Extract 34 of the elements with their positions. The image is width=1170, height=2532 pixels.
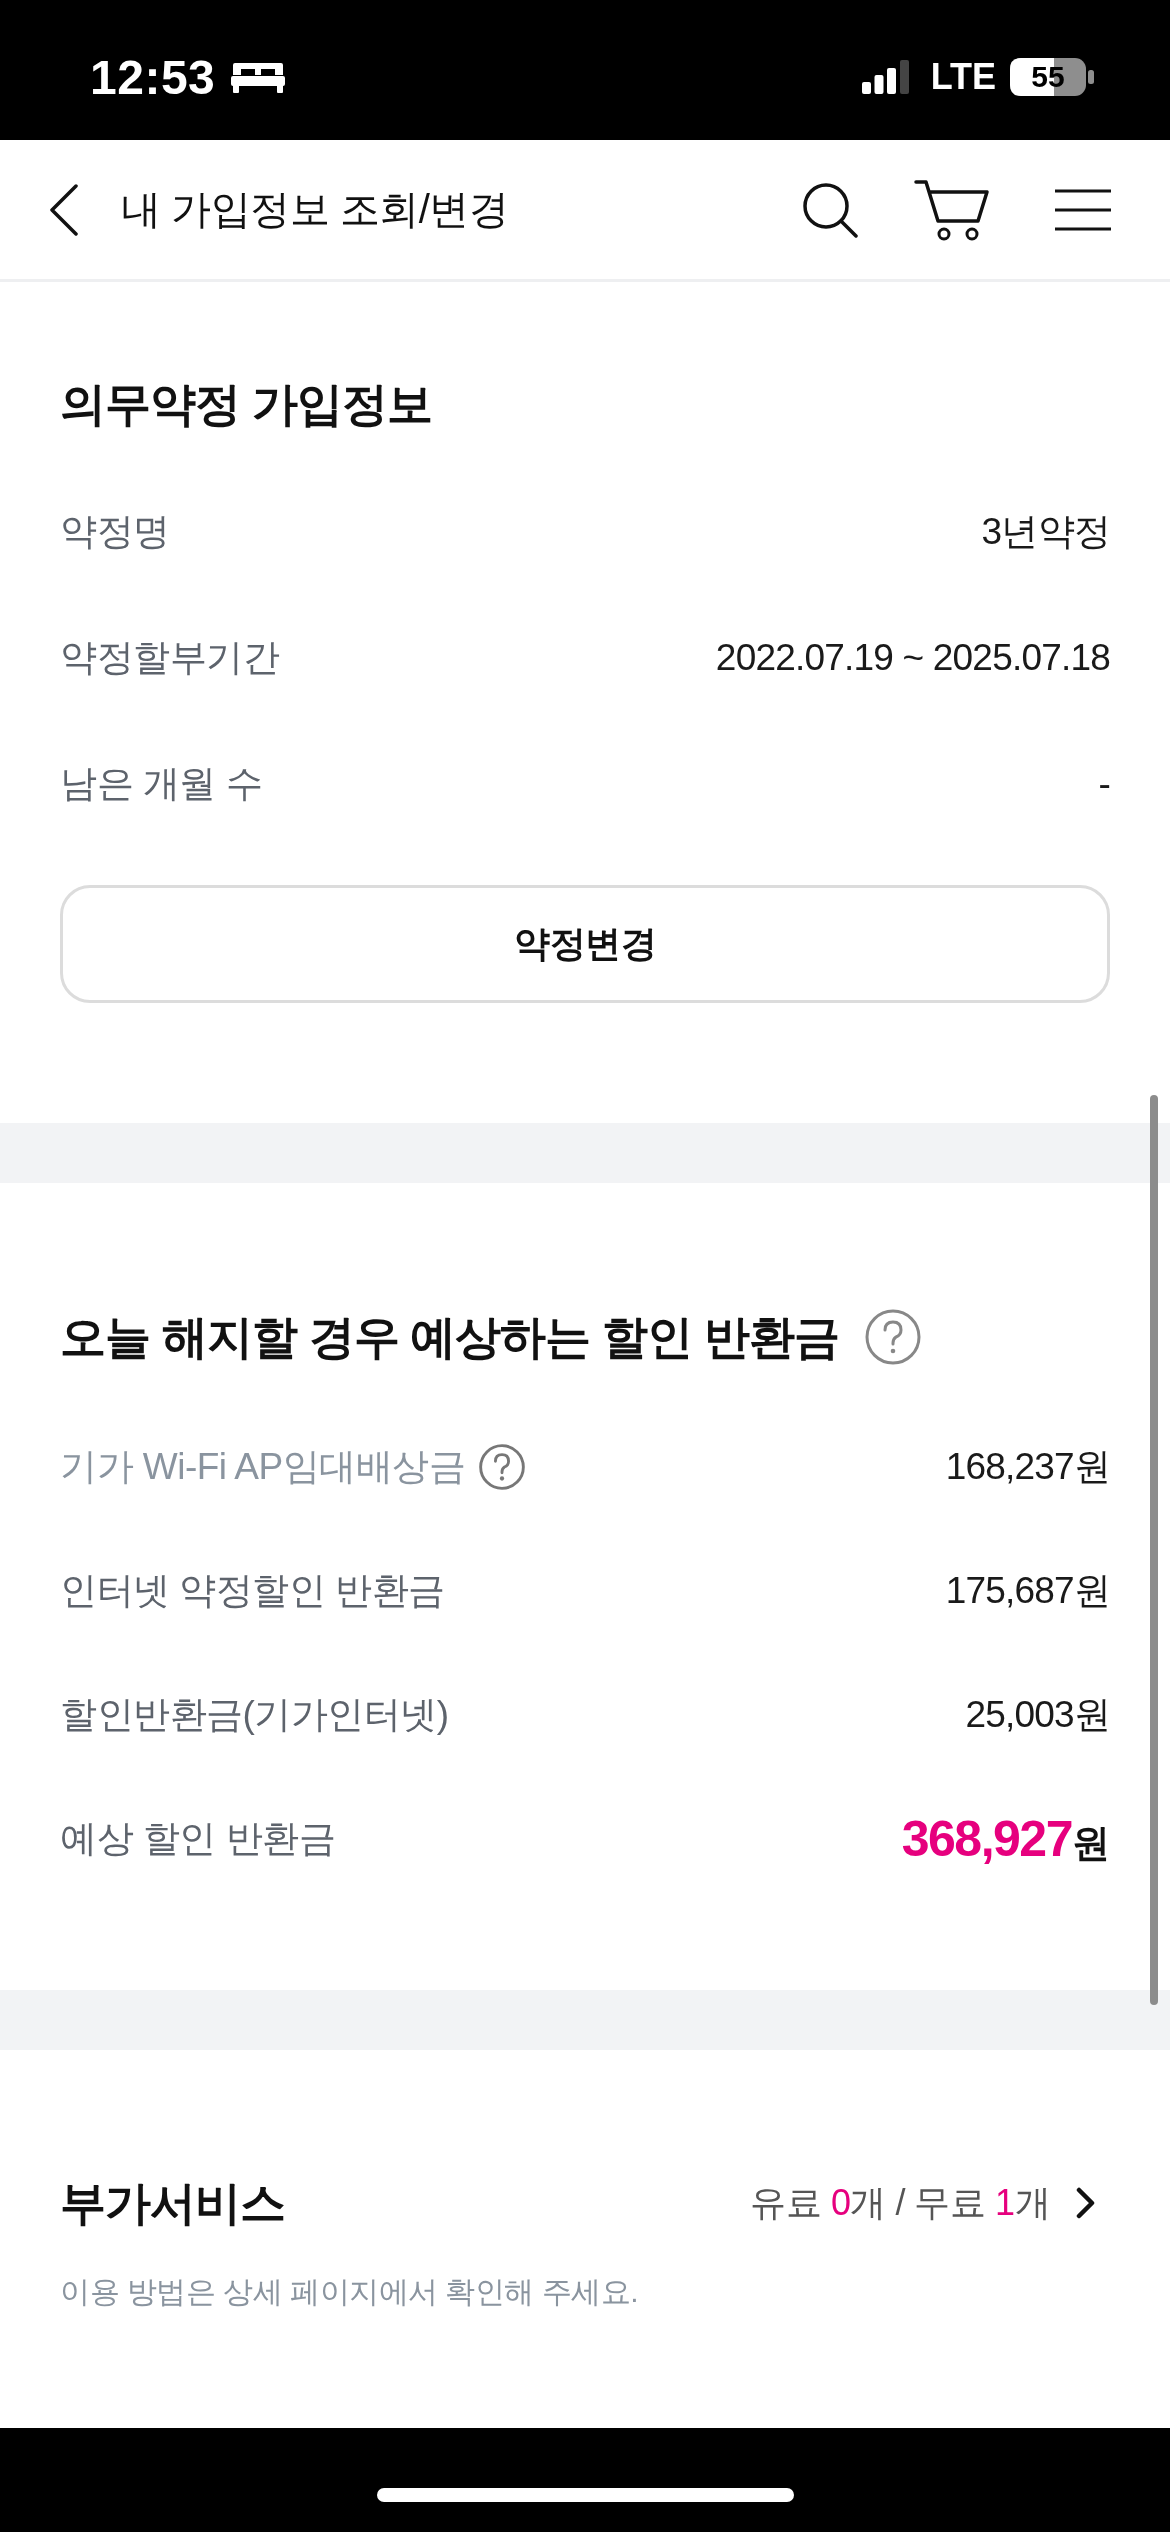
- row-value: -: [1098, 763, 1110, 805]
- row-label: 예상 할인 반환금: [60, 1817, 336, 1861]
- row-value: 25,003원: [965, 1693, 1110, 1737]
- row-value: 2022.07.19 ~ 2025.07.18: [715, 637, 1110, 679]
- row-label: 기가 Wi-Fi AP임대배상금: [60, 1445, 466, 1489]
- back-icon[interactable]: [49, 183, 79, 236]
- row-value: 168,237원: [945, 1445, 1110, 1489]
- signal-icon: [861, 60, 909, 94]
- row-value: 175,687원: [945, 1569, 1110, 1613]
- help-icon[interactable]: [479, 1444, 526, 1490]
- row-value: 3년약정: [981, 510, 1110, 554]
- cart-icon[interactable]: [914, 178, 990, 241]
- bed-icon: [231, 61, 286, 93]
- network-label: LTE: [930, 56, 996, 98]
- usage-note: 이용 방법은 상세 페이지에서 확인해 주세요.: [60, 2274, 639, 2310]
- row-label: 남은 개월 수: [60, 762, 263, 806]
- battery-icon: [1010, 58, 1094, 96]
- battery-percent: 55: [1031, 62, 1065, 92]
- addon-count-link[interactable]: 유료 0개 / 무료 1개: [750, 2178, 1096, 2228]
- menu-icon[interactable]: [1054, 188, 1112, 231]
- page-title: 내 가입정보 조회/변경: [121, 186, 509, 233]
- chevron-right-icon: [1076, 2187, 1096, 2219]
- search-icon[interactable]: [802, 181, 858, 238]
- help-icon[interactable]: [864, 1309, 921, 1365]
- contract-change-button[interactable]: 약정변경: [60, 885, 1110, 1003]
- total-amount: 368,927원: [901, 1809, 1110, 1869]
- row-label: 할인반환금(기가인터넷): [60, 1693, 449, 1737]
- row-label: 약정명: [60, 510, 170, 554]
- row-label: 약정할부기간: [60, 636, 279, 680]
- section-title: 부가서비스: [60, 2176, 285, 2231]
- section-title: 의무약정 가입정보: [60, 377, 433, 432]
- status-time: 12:53: [90, 49, 216, 105]
- section-title: 오늘 해지할 경우 예상하는 할인 반환금: [60, 1310, 839, 1365]
- row-label: 인터넷 약정할인 반환금: [60, 1569, 445, 1613]
